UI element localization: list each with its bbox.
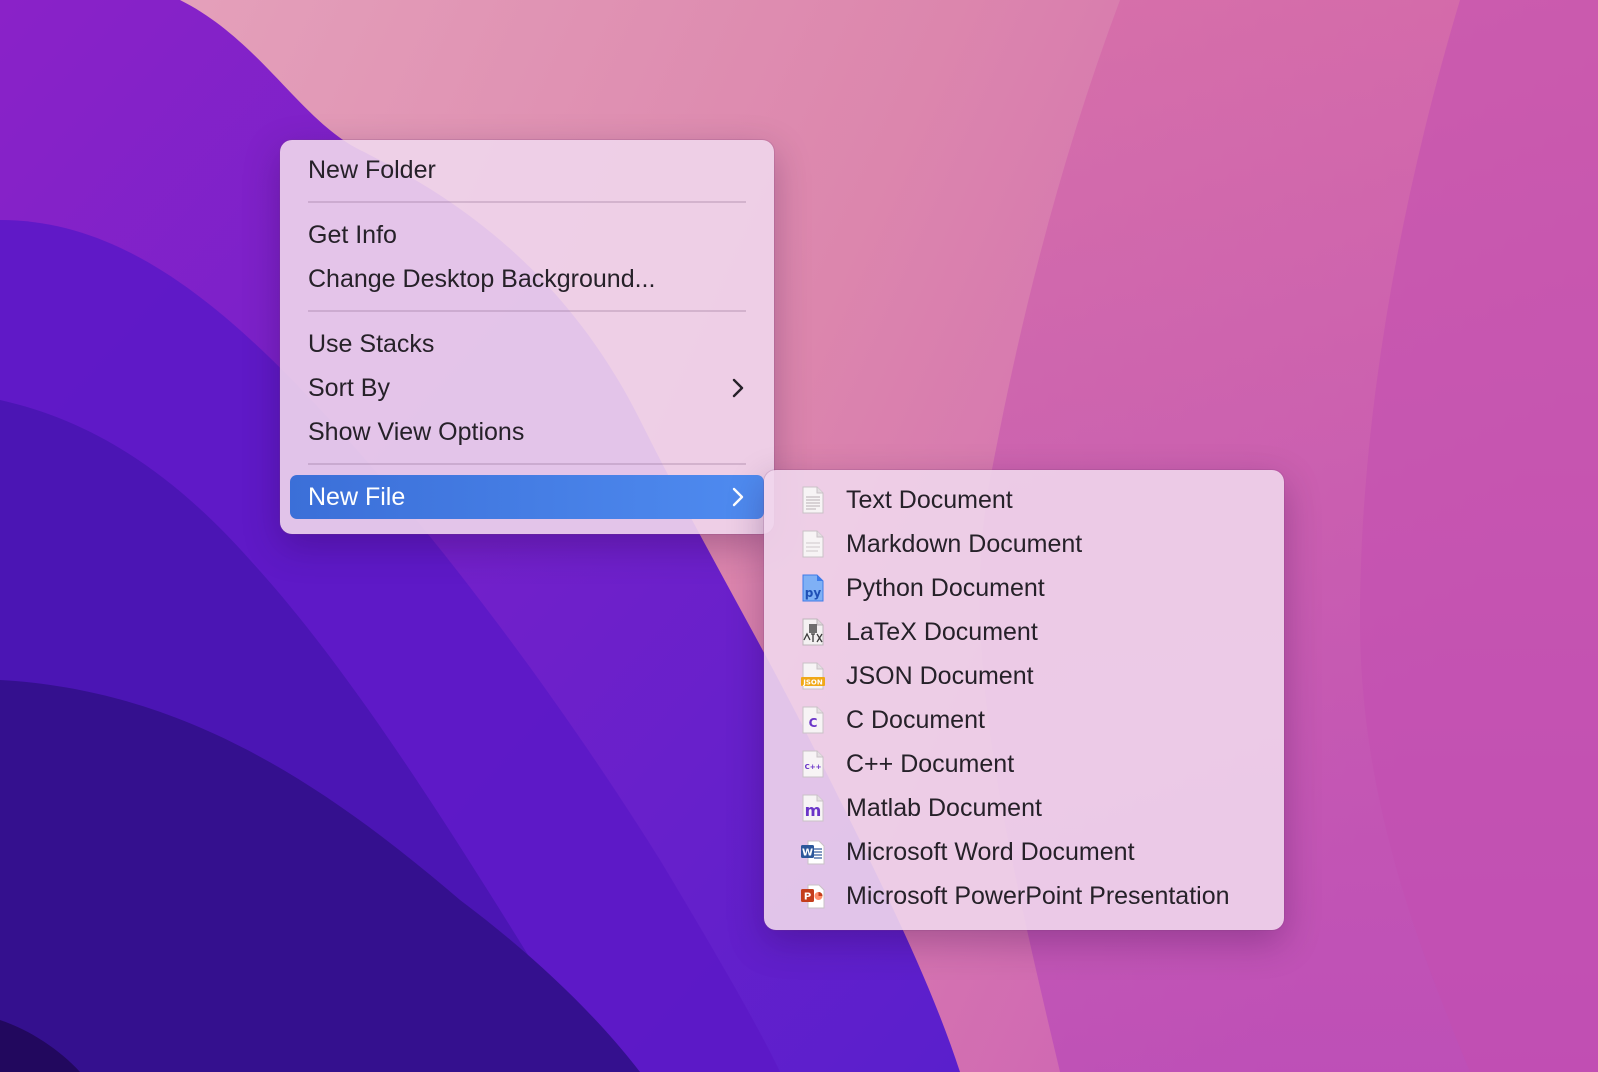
json-document-icon: JSON xyxy=(800,662,826,690)
c-document-icon: C xyxy=(800,706,826,734)
submenu-item-label: Matlab Document xyxy=(846,794,1042,822)
chevron-right-icon xyxy=(730,366,746,410)
submenu-item-label: Microsoft PowerPoint Presentation xyxy=(846,882,1230,910)
submenu-item-python-document[interactable]: py Python Document xyxy=(774,566,1274,610)
powerpoint-document-icon: P xyxy=(800,882,826,910)
new-file-submenu: Text Document Markdown Document py Pytho… xyxy=(764,470,1284,930)
submenu-item-json-document[interactable]: JSON JSON Document xyxy=(774,654,1274,698)
submenu-item-label: Microsoft Word Document xyxy=(846,838,1135,866)
menu-item-label: Use Stacks xyxy=(308,330,435,358)
menu-item-use-stacks[interactable]: Use Stacks xyxy=(290,322,764,366)
word-document-icon: W xyxy=(800,838,826,866)
submenu-item-text-document[interactable]: Text Document xyxy=(774,478,1274,522)
submenu-item-label: LaTeX Document xyxy=(846,618,1038,646)
chevron-right-icon xyxy=(730,475,746,519)
submenu-item-latex-document[interactable]: LaTeX Document xyxy=(774,610,1274,654)
menu-item-change-desktop-background[interactable]: Change Desktop Background... xyxy=(290,257,764,301)
menu-item-get-info[interactable]: Get Info xyxy=(290,213,764,257)
submenu-item-powerpoint-presentation[interactable]: P Microsoft PowerPoint Presentation xyxy=(774,874,1274,918)
submenu-item-label: C Document xyxy=(846,706,985,734)
submenu-item-label: Python Document xyxy=(846,574,1045,602)
menu-item-label: Change Desktop Background... xyxy=(308,265,656,293)
menu-item-label: New File xyxy=(308,483,406,511)
desktop-context-menu: New Folder Get Info Change Desktop Backg… xyxy=(280,140,774,534)
svg-text:JSON: JSON xyxy=(802,679,823,687)
menu-item-show-view-options[interactable]: Show View Options xyxy=(290,410,764,454)
menu-item-new-folder[interactable]: New Folder xyxy=(290,148,764,192)
text-document-icon xyxy=(800,486,826,514)
svg-text:P: P xyxy=(804,892,811,903)
submenu-item-label: C++ Document xyxy=(846,750,1015,778)
svg-text:W: W xyxy=(802,848,813,859)
menu-item-sort-by[interactable]: Sort By xyxy=(290,366,764,410)
submenu-item-matlab-document[interactable]: m Matlab Document xyxy=(774,786,1274,830)
svg-text:m: m xyxy=(805,801,822,820)
matlab-document-icon: m xyxy=(800,794,826,822)
submenu-item-label: JSON Document xyxy=(846,662,1034,690)
submenu-item-word-document[interactable]: W Microsoft Word Document xyxy=(774,830,1274,874)
menu-separator xyxy=(308,201,746,203)
menu-item-new-file[interactable]: New File xyxy=(290,475,764,519)
menu-item-label: Sort By xyxy=(308,374,390,402)
submenu-item-markdown-document[interactable]: Markdown Document xyxy=(774,522,1274,566)
menu-item-label: Get Info xyxy=(308,221,397,249)
menu-separator xyxy=(308,463,746,465)
menu-item-label: Show View Options xyxy=(308,418,525,446)
submenu-item-label: Text Document xyxy=(846,486,1013,514)
markdown-document-icon xyxy=(800,530,826,558)
svg-text:py: py xyxy=(805,586,822,600)
menu-separator xyxy=(308,310,746,312)
python-document-icon: py xyxy=(800,574,826,602)
menu-item-label: New Folder xyxy=(308,156,436,184)
svg-text:C: C xyxy=(809,716,818,730)
submenu-item-label: Markdown Document xyxy=(846,530,1083,558)
cpp-document-icon: C++ xyxy=(800,750,826,778)
latex-document-icon xyxy=(800,618,826,646)
submenu-item-c-document[interactable]: C C Document xyxy=(774,698,1274,742)
submenu-item-cpp-document[interactable]: C++ C++ Document xyxy=(774,742,1274,786)
svg-text:C++: C++ xyxy=(805,763,822,771)
